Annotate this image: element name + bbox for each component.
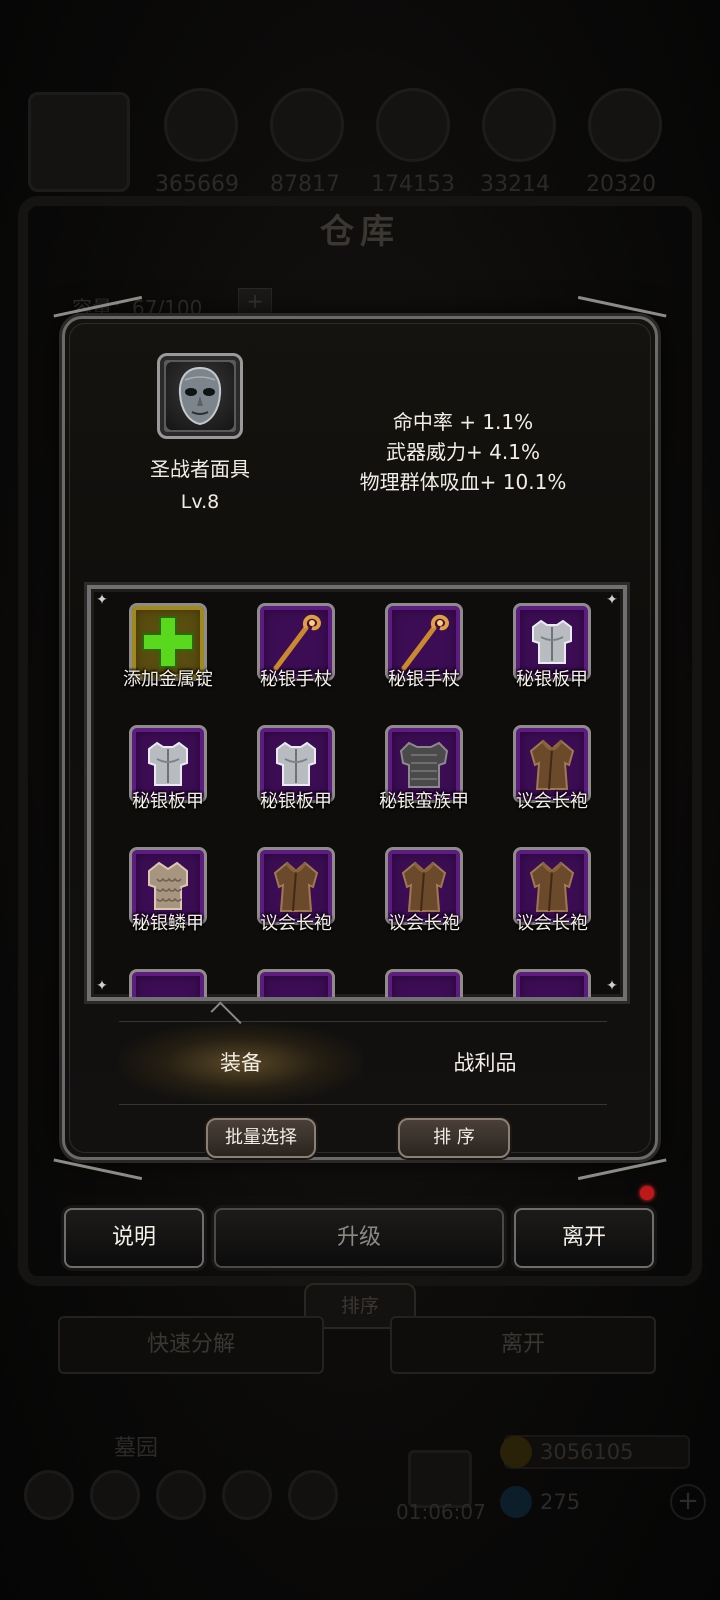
dock-icon bbox=[222, 1470, 272, 1520]
inventory-cell[interactable]: 秘银板甲 bbox=[229, 725, 357, 843]
stat-line: 物理群体吸血+ 10.1% bbox=[359, 470, 567, 494]
bg-leave-button: 离开 bbox=[390, 1316, 656, 1374]
gift-timer: 01:06:07 bbox=[396, 1500, 486, 1524]
inventory-cell-label: 秘银板甲 bbox=[132, 791, 204, 812]
tomb-label: 墓园 bbox=[114, 1436, 159, 1461]
item-upgrade-dialog: 圣战者面具 Lv.8 命中率 + 1.1% 武器威力+ 4.1% 物理群体吸血+… bbox=[53, 295, 667, 1181]
inventory-cell[interactable]: 议会长袍 bbox=[229, 847, 357, 965]
add-currency-icon: + bbox=[670, 1484, 706, 1520]
item-stats: 命中率 + 1.1% 武器威力+ 4.1% 物理群体吸血+ 10.1% bbox=[323, 407, 603, 497]
inventory-cell-label: 秘银板甲 bbox=[260, 791, 332, 812]
inventory-cell-label: 秘银板甲 bbox=[516, 669, 588, 690]
item-name: 圣战者面具 bbox=[150, 457, 250, 481]
item-level: Lv.8 bbox=[180, 491, 220, 513]
dock-icon bbox=[156, 1470, 206, 1520]
item-slot-icon bbox=[257, 969, 335, 997]
inventory-cell-label: 议会长袍 bbox=[260, 913, 332, 934]
inventory-cell-label: 秘银手杖 bbox=[388, 669, 460, 690]
dock-icon bbox=[24, 1470, 74, 1520]
item-slot-icon bbox=[385, 969, 463, 997]
inventory-cell[interactable]: 议会长袍 bbox=[485, 725, 613, 843]
inventory-cell-partial[interactable] bbox=[229, 969, 357, 997]
batch-select-button[interactable]: 批量选择 bbox=[206, 1118, 316, 1158]
upgrade-button[interactable]: 升级 bbox=[214, 1208, 504, 1268]
inventory-cell-partial[interactable] bbox=[101, 969, 229, 997]
inventory-cell-partial[interactable] bbox=[357, 969, 485, 997]
inventory-cell[interactable]: 秘银手杖 bbox=[357, 603, 485, 721]
bottom-dock bbox=[24, 1470, 684, 1550]
resource-slot bbox=[588, 88, 662, 162]
resource-slot bbox=[164, 88, 238, 162]
selected-item-slot[interactable] bbox=[157, 353, 243, 439]
resource-value: 174153 bbox=[371, 172, 455, 197]
inventory-cell[interactable]: 秘银手杖 bbox=[229, 603, 357, 721]
resource-bar: 365669 87817 174153 33214 20320 bbox=[28, 88, 698, 198]
resource-slot bbox=[376, 88, 450, 162]
resource-slot bbox=[270, 88, 344, 162]
inventory-cell-label: 议会长袍 bbox=[388, 913, 460, 934]
dock-icon bbox=[288, 1470, 338, 1520]
gold-value: 3056105 bbox=[540, 1440, 634, 1464]
inventory-cell[interactable]: 议会长袍 bbox=[357, 847, 485, 965]
inventory-cell-label: 议会长袍 bbox=[516, 913, 588, 934]
inventory-cell-partial[interactable] bbox=[485, 969, 613, 997]
inventory-cell-label: 秘银手杖 bbox=[260, 669, 332, 690]
quick-disassemble-button: 快速分解 bbox=[58, 1316, 324, 1374]
inventory-cell[interactable]: 秘银蛮族甲 bbox=[357, 725, 485, 843]
resource-value: 87817 bbox=[270, 172, 340, 197]
inventory-cell-label: 秘银蛮族甲 bbox=[379, 791, 469, 812]
inventory-cell[interactable]: 议会长袍 bbox=[485, 847, 613, 965]
resource-value: 365669 bbox=[155, 172, 239, 197]
tab-loot[interactable]: 战利品 bbox=[363, 1022, 607, 1104]
resource-slot bbox=[482, 88, 556, 162]
resource-value: 20320 bbox=[586, 172, 656, 197]
inventory-cell[interactable]: 秘银鳞甲 bbox=[101, 847, 229, 965]
inventory-cell[interactable]: 秘银板甲 bbox=[485, 603, 613, 721]
gem-icon bbox=[500, 1486, 532, 1518]
mask-icon bbox=[166, 362, 234, 430]
inventory-cell-label: 秘银鳞甲 bbox=[132, 913, 204, 934]
inventory-cell-label: 添加金属锭 bbox=[123, 669, 213, 690]
inventory-cell[interactable]: 秘银板甲 bbox=[101, 725, 229, 843]
notification-dot bbox=[640, 1186, 654, 1200]
resource-slot bbox=[28, 92, 130, 192]
stat-line: 武器威力+ 4.1% bbox=[386, 440, 540, 464]
tab-equipment[interactable]: 装备 bbox=[119, 1022, 363, 1104]
category-tabs: 装备 战利品 bbox=[119, 1001, 607, 1105]
info-button[interactable]: 说明 bbox=[64, 1208, 204, 1268]
capacity-plus-button: + bbox=[238, 288, 272, 314]
leave-button[interactable]: 离开 bbox=[514, 1208, 654, 1268]
inventory-grid-panel[interactable]: ✦ ✦ ✦ ✦ 添加金属锭 秘银手杖 秘银手杖 秘银板甲 秘银板甲 秘银板甲 秘银蛮族甲 议会… bbox=[87, 585, 627, 1001]
gold-coin-icon bbox=[500, 1436, 532, 1468]
inventory-cell[interactable]: 添加金属锭 bbox=[101, 603, 229, 721]
inventory-cell-label: 议会长袍 bbox=[516, 791, 588, 812]
warehouse-title: 仓库 bbox=[320, 212, 400, 252]
dock-icon bbox=[90, 1470, 140, 1520]
item-slot-icon bbox=[129, 969, 207, 997]
stat-line: 命中率 + 1.1% bbox=[392, 410, 534, 434]
gem-value: 275 bbox=[540, 1490, 581, 1514]
item-slot-icon bbox=[513, 969, 591, 997]
sort-button[interactable]: 排 序 bbox=[398, 1118, 510, 1158]
resource-value: 33214 bbox=[480, 172, 550, 197]
